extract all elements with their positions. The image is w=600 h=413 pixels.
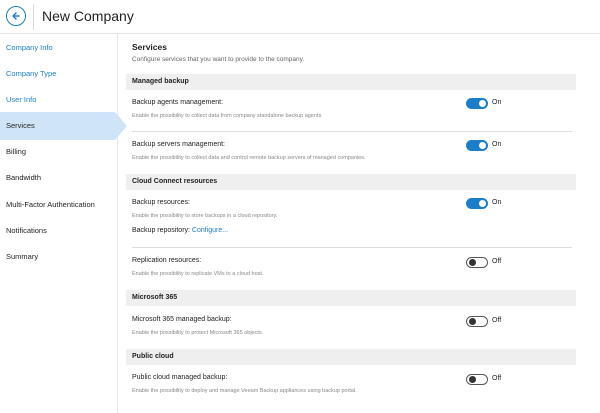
sidebar-item-multi-factor-authentication[interactable]: Multi-Factor Authentication <box>0 191 118 219</box>
section-header-public-cloud: Public cloud <box>126 349 576 365</box>
backup-servers-hint: Enable the possibility to collect data a… <box>132 155 366 161</box>
header-divider <box>33 4 34 30</box>
sidebar-item-services[interactable]: Services <box>0 112 127 140</box>
sidebar-item-notifications[interactable]: Notifications <box>0 217 118 245</box>
services-panel: Services Configure services that you wan… <box>126 34 600 413</box>
section-header-microsoft-365: Microsoft 365 <box>126 290 576 306</box>
sidebar-item-billing[interactable]: Billing <box>0 138 118 166</box>
public-cloud-backup-toggle[interactable] <box>466 374 488 385</box>
backup-resources-hint: Enable the possibility to store backups … <box>132 213 278 219</box>
public-cloud-backup-label: Public cloud managed backup: <box>132 374 228 381</box>
backup-servers-state: On <box>492 141 502 148</box>
sidebar-item-bandwidth[interactable]: Bandwidth <box>0 164 118 192</box>
divider <box>132 131 572 132</box>
section-header-managed-backup: Managed backup <box>126 74 576 90</box>
backup-agents-hint: Enable the possibility to collect data f… <box>132 113 323 119</box>
section-header-cloud-connect: Cloud Connect resources <box>126 174 576 190</box>
configure-repository-link[interactable]: Configure... <box>192 227 228 234</box>
backup-agents-state: On <box>492 99 502 106</box>
sidebar-item-company-type[interactable]: Company Type <box>0 60 118 88</box>
backup-servers-label: Backup servers management: <box>132 141 225 148</box>
backup-resources-label: Backup resources: <box>132 199 190 206</box>
sidebar-item-user-info[interactable]: User Info <box>0 86 118 114</box>
public-cloud-backup-state: Off <box>492 375 502 382</box>
replication-resources-toggle[interactable] <box>466 257 488 268</box>
backup-agents-label: Backup agents management: <box>132 99 224 106</box>
backup-repository-row: Backup repository: Configure... <box>132 227 228 234</box>
page-title: New Company <box>42 8 134 24</box>
toggle-knob <box>479 200 486 207</box>
back-button[interactable] <box>6 6 26 26</box>
toggle-knob <box>469 259 476 266</box>
backup-agents-toggle[interactable] <box>466 98 488 109</box>
toggle-knob <box>469 318 476 325</box>
wizard-steps-sidebar: Company Info Company Type User Info Serv… <box>0 34 127 413</box>
section-title: Services <box>132 42 167 52</box>
m365-backup-state: Off <box>492 317 502 324</box>
m365-backup-hint: Enable the possibility to protect Micros… <box>132 330 264 336</box>
backup-repository-label: Backup repository: <box>132 227 192 234</box>
toggle-knob <box>479 142 486 149</box>
backup-resources-state: On <box>492 199 502 206</box>
m365-backup-toggle[interactable] <box>466 316 488 327</box>
backup-resources-toggle[interactable] <box>466 198 488 209</box>
section-description: Configure services that you want to prov… <box>132 56 305 63</box>
sidebar-item-company-info[interactable]: Company Info <box>0 34 118 62</box>
replication-resources-label: Replication resources: <box>132 257 202 264</box>
toggle-knob <box>479 100 486 107</box>
divider <box>132 247 572 248</box>
toggle-knob <box>469 376 476 383</box>
arrow-left-icon <box>12 12 20 20</box>
m365-backup-label: Microsoft 365 managed backup: <box>132 316 232 323</box>
sidebar-item-summary[interactable]: Summary <box>0 243 118 271</box>
backup-servers-toggle[interactable] <box>466 140 488 151</box>
public-cloud-backup-hint: Enable the possibility to deploy and man… <box>132 388 357 394</box>
replication-resources-hint: Enable the possibility to replicate VMs … <box>132 271 264 277</box>
replication-resources-state: Off <box>492 258 502 265</box>
page-header: New Company <box>0 0 600 34</box>
